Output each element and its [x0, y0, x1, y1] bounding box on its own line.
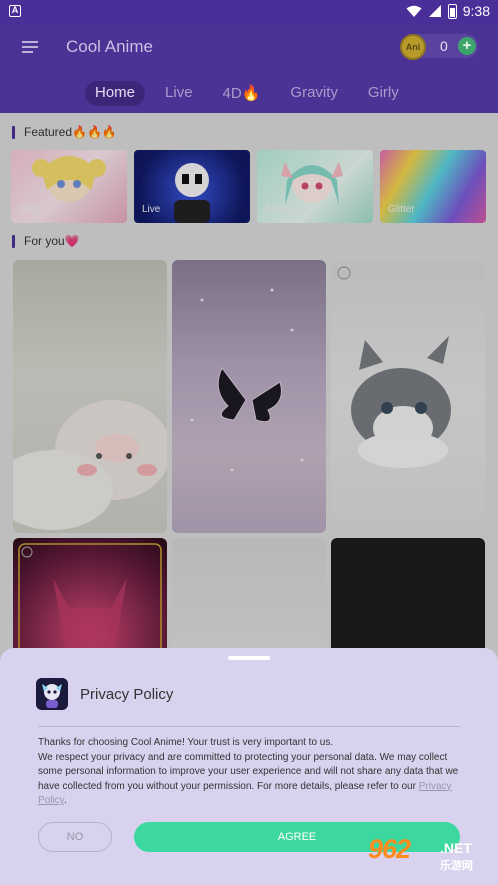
featured-label: Glitter	[388, 204, 415, 215]
tab-live[interactable]: Live	[155, 81, 203, 106]
wallpaper-card-dark[interactable]	[331, 538, 485, 658]
battery-icon	[447, 3, 457, 19]
kitten-artwork	[337, 266, 451, 468]
privacy-text: Thanks for choosing Cool Anime! Your tru…	[38, 736, 462, 809]
for-you-title: For you💗	[12, 234, 80, 248]
menu-icon[interactable]	[22, 41, 38, 53]
app-title: Cool Anime	[66, 37, 153, 56]
wallpaper-card-pattern[interactable]	[172, 538, 326, 658]
wallpaper-card-neon-wolf[interactable]	[13, 538, 167, 658]
signal-icon	[428, 5, 441, 17]
featured-card-glitter[interactable]: Glitter	[380, 150, 486, 223]
featured-label: Girly	[19, 204, 40, 215]
privacy-period: .	[63, 795, 67, 806]
add-coins-icon[interactable]: +	[458, 37, 476, 55]
sheet-handle[interactable]	[228, 656, 270, 660]
tab-home[interactable]: Home	[85, 81, 146, 106]
no-button[interactable]: NO	[38, 822, 112, 852]
watermark-logo: 962 .NET 乐游网	[358, 832, 492, 878]
privacy-title: Privacy Policy	[80, 686, 174, 703]
tab-4d[interactable]: 4D🔥	[213, 81, 271, 106]
divider	[38, 726, 460, 727]
privacy-intro: Thanks for choosing Cool Anime! Your tru…	[38, 737, 334, 748]
notification-icon: A	[9, 5, 21, 17]
play-icon	[338, 267, 350, 279]
coin-icon: Ani	[400, 34, 426, 60]
featured-label: Live	[142, 204, 161, 215]
wallpaper-card-butterfly[interactable]	[172, 260, 326, 533]
coin-balance[interactable]: Ani 0 +	[400, 34, 478, 60]
app-logo	[36, 678, 68, 710]
tab-girly[interactable]: Girly	[358, 81, 409, 106]
featured-title: Featured🔥🔥🔥	[12, 125, 117, 139]
wifi-icon	[406, 5, 422, 17]
wallpaper-card-kitten[interactable]	[331, 260, 485, 533]
watermark-number: 962	[368, 834, 411, 864]
featured-card-anime[interactable]: Anime	[257, 150, 373, 223]
featured-card-live[interactable]: Live	[134, 150, 250, 223]
status-bar: A 9:38	[0, 0, 498, 24]
watermark-domain: .NET	[440, 840, 472, 856]
cat-artwork	[13, 400, 167, 530]
tab-gravity[interactable]: Gravity	[280, 81, 348, 106]
privacy-body: We respect your privacy and are committe…	[38, 751, 459, 792]
featured-label: Anime	[265, 204, 294, 215]
butterfly-artwork	[190, 288, 304, 472]
coin-count: 0	[440, 38, 448, 54]
category-tabs: Home Live 4D🔥 Gravity Girly	[85, 81, 409, 106]
app-header: Cool Anime Ani 0 + Home Live 4D🔥 Gravity…	[0, 24, 498, 113]
clock: 9:38	[462, 3, 490, 19]
wallpaper-card-cat-white[interactable]	[13, 260, 167, 533]
privacy-paragraph: We respect your privacy and are committe…	[38, 751, 462, 809]
featured-card-girly[interactable]: Girly	[11, 150, 127, 223]
wolf-artwork	[18, 543, 162, 658]
watermark-sub: 乐游网	[440, 860, 473, 872]
